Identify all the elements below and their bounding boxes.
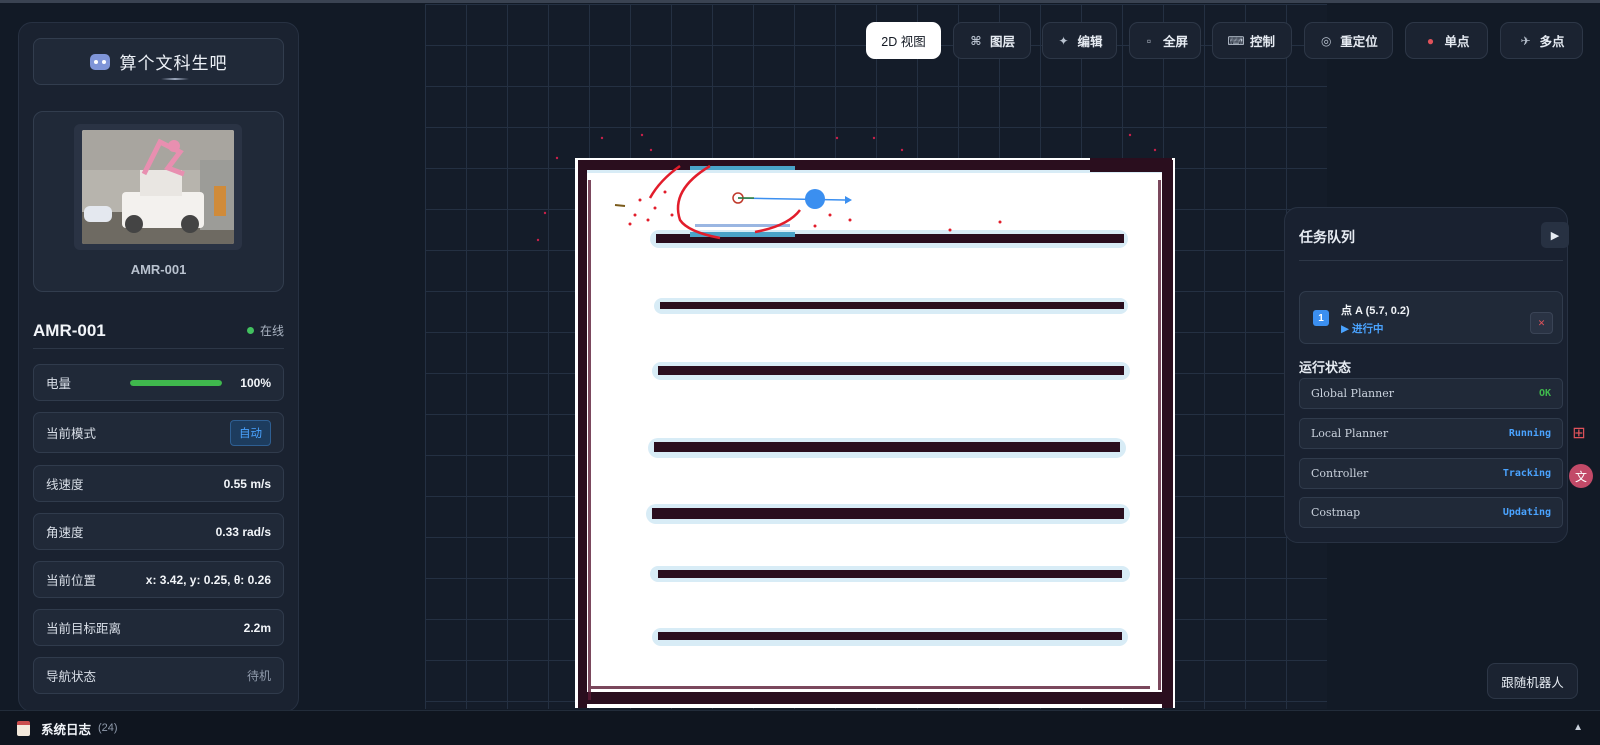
- fullscreen-button[interactable]: ▫ 全屏: [1129, 22, 1201, 59]
- clipboard-icon: [17, 720, 30, 736]
- control-label: 控制: [1249, 35, 1275, 49]
- angular-speed-row: 角速度 0.33 rad/s: [33, 513, 284, 550]
- battery-value: 100%: [240, 375, 271, 390]
- task-queue-title: 任务队列: [1299, 229, 1355, 245]
- robot-photo-caption: AMR-001: [130, 262, 187, 277]
- single-point-label: 单点: [1444, 35, 1470, 49]
- angular-speed-label: 角速度: [46, 526, 84, 540]
- apps-icon[interactable]: ⊞: [1570, 424, 1588, 442]
- linear-speed-row: 线速度 0.55 m/s: [33, 465, 284, 502]
- follow-robot-button[interactable]: 跟随机器人: [1487, 663, 1578, 699]
- robot-card[interactable]: AMR-001: [33, 111, 284, 292]
- view-2d-button[interactable]: 2D 视图: [866, 22, 941, 59]
- multi-point-button[interactable]: ✈ 多点: [1500, 22, 1583, 59]
- task-state: ▶ 进行中: [1341, 323, 1384, 335]
- robot-status-header: AMR-001 在线: [33, 313, 284, 349]
- single-point-button[interactable]: ● 单点: [1405, 22, 1488, 59]
- robot-name: AMR-001: [33, 320, 106, 340]
- edit-label: 编辑: [1077, 35, 1103, 49]
- nav-status-row: 导航状态 待机: [33, 657, 284, 694]
- goal-distance-label: 当前目标距离: [46, 622, 122, 636]
- layers-label: 图层: [989, 35, 1015, 49]
- chevron-up-icon[interactable]: ▲: [1573, 722, 1583, 733]
- battery-fill: [130, 379, 223, 386]
- run-status-title: 运行状态: [1299, 360, 1352, 375]
- battery-label: 电量: [46, 377, 72, 391]
- run-status-row-global-planner: Global Planner OK: [1299, 378, 1563, 409]
- brand-title: 算个文科生吧: [120, 49, 228, 80]
- relocate-label: 重定位: [1340, 35, 1378, 49]
- fullscreen-label: 全屏: [1162, 35, 1188, 49]
- brand-header: 算个文科生吧: [33, 38, 284, 85]
- online-status: 在线: [246, 322, 284, 339]
- robot-sidebar: 算个文科生吧 AMR-001 AMR-001 在线 电量 100% 当前模式 自…: [18, 22, 299, 712]
- relocate-button[interactable]: ◎ 重定位: [1304, 22, 1393, 59]
- close-icon: ✕: [1537, 317, 1546, 328]
- mode-badge[interactable]: 自动: [230, 419, 271, 446]
- translate-icon[interactable]: 文: [1569, 464, 1593, 488]
- layers-button[interactable]: ⌘ 图层: [953, 22, 1031, 59]
- run-status-value: OK: [1538, 388, 1551, 399]
- keyboard-icon: ⌨: [1227, 33, 1245, 48]
- run-status-name: Controller: [1311, 467, 1369, 480]
- task-name: 点 A (5.7, 0.2): [1341, 305, 1410, 317]
- square-icon: ▫: [1146, 33, 1152, 48]
- drone-icon: ✈: [1520, 33, 1531, 48]
- goal-distance-row: 当前目标距离 2.2m: [33, 609, 284, 646]
- run-status-value: Tracking: [1502, 468, 1551, 479]
- linear-speed-value: 0.55 m/s: [223, 476, 271, 491]
- task-panel: 任务队列 ▶ 1 点 A (5.7, 0.2) ▶ 进行中 ✕ 运行状态 Glo…: [1284, 207, 1569, 543]
- run-status-row-costmap: Costmap Updating: [1299, 497, 1563, 528]
- position-row: 当前位置 x: 3.42, y: 0.25, θ: 0.26: [33, 561, 284, 598]
- view-2d-label: 2D 视图: [881, 35, 926, 49]
- robot-photo: [82, 130, 234, 244]
- mode-row: 当前模式 自动: [33, 412, 284, 453]
- nav-status-value: 待机: [246, 669, 271, 683]
- goal-distance-value: 2.2m: [243, 620, 271, 635]
- control-button[interactable]: ⌨ 控制: [1212, 22, 1292, 59]
- online-status-label: 在线: [259, 324, 284, 338]
- task-index-badge: 1: [1313, 310, 1329, 326]
- nav-status-label: 导航状态: [46, 670, 97, 684]
- online-dot-icon: [246, 327, 254, 334]
- occupancy-map[interactable]: [530, 120, 1190, 720]
- play-queue-button[interactable]: ▶: [1541, 222, 1569, 248]
- angular-speed-value: 0.33 rad/s: [215, 524, 271, 539]
- multi-point-label: 多点: [1539, 35, 1565, 49]
- window-top-border: [0, 0, 1600, 3]
- system-log-count: (24): [98, 722, 118, 734]
- task-panel-divider: [1299, 260, 1563, 261]
- run-status-name: Costmap: [1311, 506, 1361, 519]
- mode-label: 当前模式: [46, 427, 97, 441]
- run-status-name: Global Planner: [1311, 387, 1394, 400]
- run-status-value: Running: [1508, 428, 1551, 439]
- system-log-bar[interactable]: 系统日志 (24) ▲: [0, 710, 1600, 745]
- run-status-value: Updating: [1502, 507, 1551, 518]
- edit-button[interactable]: ✦ 编辑: [1042, 22, 1117, 59]
- battery-bar: [130, 379, 223, 386]
- system-log-label: 系统日志: [41, 722, 92, 737]
- play-icon: ▶: [1550, 229, 1560, 242]
- robot-photo-frame: [74, 124, 242, 250]
- linear-speed-label: 线速度: [46, 478, 84, 492]
- sparkle-icon: ✦: [1058, 33, 1069, 48]
- pin-icon: ●: [1426, 33, 1435, 48]
- run-status-name: Local Planner: [1311, 427, 1389, 440]
- target-icon: ◎: [1320, 33, 1332, 48]
- run-status-row-controller: Controller Tracking: [1299, 458, 1563, 489]
- robot-icon: [89, 53, 110, 70]
- task-item[interactable]: 1 点 A (5.7, 0.2) ▶ 进行中 ✕: [1299, 291, 1563, 344]
- command-icon: ⌘: [970, 33, 982, 48]
- position-label: 当前位置: [46, 574, 97, 588]
- position-value: x: 3.42, y: 0.25, θ: 0.26: [145, 572, 271, 587]
- task-delete-button[interactable]: ✕: [1530, 312, 1553, 334]
- battery-row: 电量 100%: [33, 364, 284, 401]
- run-status-row-local-planner: Local Planner Running: [1299, 418, 1563, 449]
